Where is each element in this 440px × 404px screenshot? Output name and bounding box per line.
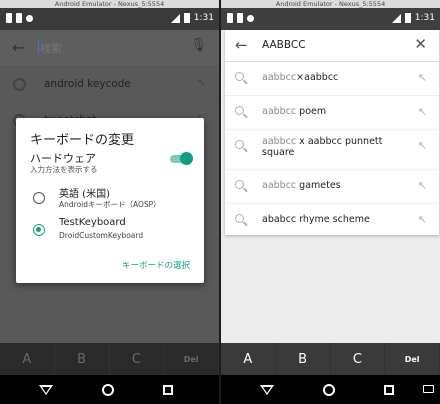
suggestion-text: ababcc rhyme scheme	[262, 214, 407, 225]
search-input[interactable]: 検索	[40, 40, 62, 56]
fill-arrow-icon[interactable]: ↖	[197, 76, 206, 89]
status-bar: 1:31	[0, 8, 219, 30]
suggestion-list: aabbcc×aabbcc ↖ aabbcc poem ↖ aabbcc x a…	[225, 62, 439, 238]
nav-recents-icon[interactable]	[162, 384, 173, 395]
key-b[interactable]: B	[55, 343, 110, 375]
fill-arrow-icon[interactable]: ↖	[418, 105, 427, 118]
select-keyboard-button[interactable]: キーボードの選択	[122, 259, 190, 271]
suggestion-prefix: aabbcc	[262, 180, 297, 191]
nav-recents-icon[interactable]	[383, 384, 394, 395]
nav-home-icon[interactable]	[322, 383, 335, 396]
text-cursor	[38, 39, 39, 54]
search-card: ← AABBCC ✕ aabbcc×aabbcc ↖ aabbcc poem ↖…	[225, 30, 439, 235]
close-icon[interactable]: ✕	[414, 35, 427, 53]
search-icon	[235, 180, 244, 189]
signal-icon	[391, 13, 401, 23]
notification-dot-icon	[247, 15, 254, 22]
key-del[interactable]: Del	[385, 343, 440, 375]
nav-home-icon[interactable]	[101, 383, 114, 396]
key-a[interactable]: A	[0, 343, 55, 375]
battery-icon	[183, 13, 190, 23]
key-c[interactable]: C	[331, 343, 386, 375]
hardware-sublabel: 入力方法を表示する	[30, 165, 98, 174]
sim-icon	[227, 13, 233, 23]
option-title: 英語 (米国)	[59, 189, 110, 200]
navigation-bar	[221, 375, 440, 404]
key-c[interactable]: C	[110, 343, 165, 375]
radio-checked-icon[interactable]	[33, 224, 45, 236]
clock-icon	[13, 78, 26, 91]
right-emulator-screen: Android Emulator - Nexus_5:5554 1:31 ← A…	[221, 0, 440, 404]
suggestion-text: aabbcc poem	[262, 106, 407, 117]
suggestion-rest: gametes	[296, 180, 341, 191]
fill-arrow-icon[interactable]: ↖	[418, 139, 427, 152]
fill-arrow-icon[interactable]: ↖	[418, 213, 427, 226]
fill-arrow-icon[interactable]: ↖	[418, 71, 427, 84]
suggestion-item[interactable]: aabbcc×aabbcc ↖	[225, 62, 439, 96]
keyboard-switch-icon[interactable]	[423, 385, 434, 393]
back-arrow-icon[interactable]: ←	[12, 38, 25, 57]
status-bar: 1:31	[221, 8, 440, 30]
key-b[interactable]: B	[276, 343, 331, 375]
suggestion-text: aabbcc×aabbcc	[262, 72, 407, 83]
hardware-toggle[interactable]	[170, 152, 193, 165]
suggestion-prefix: aabbcc	[262, 136, 297, 147]
sim-icon	[16, 13, 22, 23]
status-time: 1:31	[193, 13, 214, 23]
search-icon	[235, 106, 244, 115]
search-icon	[235, 140, 244, 149]
nav-back-icon[interactable]	[38, 384, 53, 395]
suggestion-rest: ×aabbcc	[296, 72, 339, 83]
custom-keyboard: A B C Del	[0, 343, 219, 375]
notification-dot-icon	[26, 15, 33, 22]
suggestion-rest: poem	[296, 106, 327, 117]
fill-arrow-icon[interactable]: ↖	[418, 179, 427, 192]
option-subtitle: Androidキーボード（AOSP）	[59, 200, 161, 209]
sim-icon	[6, 13, 12, 23]
option-title: TestKeyboard	[59, 217, 126, 228]
custom-keyboard: A B C Del	[221, 343, 440, 375]
mic-icon[interactable]: 🎙	[190, 38, 207, 53]
back-arrow-icon[interactable]: ←	[235, 36, 248, 54]
nav-back-icon[interactable]	[259, 384, 274, 395]
signal-icon	[170, 13, 180, 23]
search-icon	[235, 214, 244, 223]
status-time: 1:31	[414, 13, 435, 23]
suggestion-rest: ababcc rhyme scheme	[262, 214, 370, 225]
suggestion-text: aabbcc x aabbcc punnett square	[262, 136, 407, 158]
radio-unchecked-icon[interactable]	[33, 192, 45, 204]
suggestion-item[interactable]: aabbcc x aabbcc punnett square ↖	[225, 130, 439, 170]
keyboard-option-english[interactable]: 英語 (米国) Androidキーボード（AOSP）	[16, 182, 204, 216]
left-emulator-screen: Android Emulator - Nexus_5:5554 1:31 ← 検…	[0, 0, 219, 404]
search-bar[interactable]: ← AABBCC ✕	[225, 30, 439, 62]
suggestion-item[interactable]: aabbcc poem ↖	[225, 96, 439, 130]
history-item[interactable]: android keycode ↖	[0, 66, 219, 102]
toggle-thumb	[180, 152, 193, 165]
suggestion-item[interactable]: ababcc rhyme scheme ↖	[225, 204, 439, 238]
search-input[interactable]: AABBCC	[262, 39, 306, 51]
key-del[interactable]: Del	[164, 343, 219, 375]
window-title: Android Emulator - Nexus_5:5554	[0, 0, 219, 8]
keyboard-change-dialog: キーボードの変更 ハードウェア 入力方法を表示する 英語 (米国) Androi…	[16, 118, 204, 283]
window-title: Android Emulator - Nexus_5:5554	[221, 0, 440, 8]
sim-icon	[237, 13, 243, 23]
dialog-title: キーボードの変更	[30, 133, 135, 148]
suggestion-prefix: aabbcc	[262, 72, 297, 83]
suggestion-prefix: aabbcc	[262, 106, 297, 117]
suggestion-text: aabbcc gametes	[262, 180, 407, 191]
search-bar[interactable]: ← 検索 🎙	[0, 30, 219, 66]
option-subtitle: DroidCustomKeyboard	[59, 231, 144, 240]
battery-icon	[404, 13, 411, 23]
search-icon	[235, 72, 244, 81]
history-text: android keycode	[44, 78, 131, 90]
navigation-bar	[0, 375, 219, 404]
keyboard-option-testkeyboard[interactable]: TestKeyboard DroidCustomKeyboard	[16, 214, 204, 248]
suggestion-item[interactable]: aabbcc gametes ↖	[225, 170, 439, 204]
key-a[interactable]: A	[221, 343, 276, 375]
